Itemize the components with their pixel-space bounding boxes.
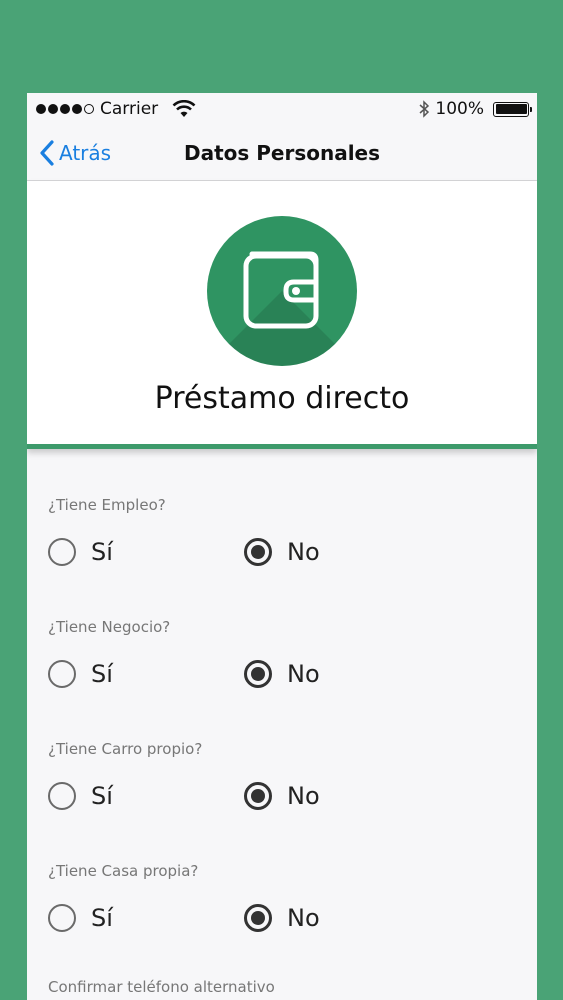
radio-option-yes[interactable]: Sí: [48, 660, 244, 688]
radio-group-car: Sí No: [48, 778, 537, 814]
radio-label: Sí: [91, 660, 113, 688]
radio-option-no[interactable]: No: [244, 782, 320, 810]
carrier-name: Carrier: [100, 99, 159, 119]
question-employment-label: ¿Tiene Empleo?: [48, 496, 166, 514]
bluetooth-icon: [419, 100, 430, 118]
radio-option-no[interactable]: No: [244, 904, 320, 932]
radio-button-selected[interactable]: [244, 782, 272, 810]
radio-button[interactable]: [48, 904, 76, 932]
signal-strength-icon: [36, 104, 94, 114]
radio-option-no[interactable]: No: [244, 538, 320, 566]
back-button[interactable]: Atrás: [39, 125, 111, 180]
radio-button-selected[interactable]: [244, 904, 272, 932]
radio-group-business: Sí No: [48, 656, 537, 692]
phone-screen: Carrier 100% Atrás Datos Personales Prés…: [27, 93, 537, 1000]
battery-icon: [493, 101, 532, 117]
radio-option-no[interactable]: No: [244, 660, 320, 688]
radio-option-yes[interactable]: Sí: [48, 782, 244, 810]
radio-option-yes[interactable]: Sí: [48, 904, 244, 932]
back-button-label: Atrás: [59, 140, 112, 165]
question-car-label: ¿Tiene Carro propio?: [48, 740, 203, 758]
radio-label: Sí: [91, 782, 113, 810]
status-bar: Carrier 100%: [27, 93, 537, 125]
hero-icon-circle: [207, 216, 357, 366]
radio-label: No: [287, 782, 320, 810]
question-house-label: ¿Tiene Casa propia?: [48, 862, 199, 880]
radio-button-selected[interactable]: [244, 538, 272, 566]
wallet-icon: [243, 251, 319, 329]
radio-group-house: Sí No: [48, 900, 537, 936]
radio-label: Sí: [91, 904, 113, 932]
radio-label: No: [287, 660, 320, 688]
hero-card: Préstamo directo: [27, 181, 537, 449]
radio-label: No: [287, 538, 320, 566]
radio-label: Sí: [91, 538, 113, 566]
radio-button[interactable]: [48, 538, 76, 566]
hero-title: Préstamo directo: [154, 381, 410, 416]
radio-button[interactable]: [48, 782, 76, 810]
confirm-phone-label: Confirmar teléfono alternativo: [48, 978, 275, 996]
radio-option-yes[interactable]: Sí: [48, 538, 244, 566]
battery-percentage: 100%: [435, 99, 484, 119]
personal-data-form: ¿Tiene Empleo? Sí No ¿Tiene Negocio? Sí …: [27, 449, 537, 996]
radio-label: No: [287, 904, 320, 932]
radio-button-selected[interactable]: [244, 660, 272, 688]
radio-group-employment: Sí No: [48, 534, 537, 570]
navigation-bar: Atrás Datos Personales: [27, 125, 537, 181]
question-business-label: ¿Tiene Negocio?: [48, 618, 171, 636]
radio-button[interactable]: [48, 660, 76, 688]
chevron-left-icon: [40, 139, 54, 166]
wifi-icon: [172, 100, 196, 117]
